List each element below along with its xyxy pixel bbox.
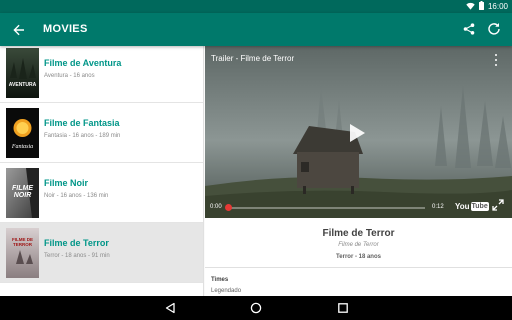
youtube-logo[interactable]: You Tube <box>455 201 489 211</box>
section-value: Legendado <box>211 288 242 294</box>
battery-icon <box>478 1 484 12</box>
nav-home-icon[interactable] <box>250 302 262 314</box>
poster-caption: AVENTURA <box>9 82 37 88</box>
status-time: 16:00 <box>487 2 508 11</box>
time-current: 0:00 <box>210 204 222 210</box>
share-button[interactable] <box>460 20 478 38</box>
movie-meta: Terror - 18 anos - 91 min <box>44 253 110 259</box>
movie-list: AVENTURA Filme de Aventura Aventura - 16… <box>0 46 204 296</box>
wifi-icon <box>466 2 475 12</box>
app-title: MOVIES <box>43 23 88 35</box>
list-item-terror[interactable]: FILME DE TERROR Filme de Terror Terror -… <box>0 223 203 283</box>
play-icon[interactable] <box>347 122 367 144</box>
share-icon <box>463 23 475 35</box>
movie-title: Filme Noir <box>44 178 89 188</box>
poster-thumbnail: Fantasia <box>6 108 39 158</box>
time-total: 0:12 <box>432 204 444 210</box>
youtube-logo-tube: Tube <box>470 201 489 211</box>
refresh-icon <box>488 23 500 35</box>
poster-thumbnail: AVENTURA <box>6 48 39 98</box>
youtube-logo-you: You <box>455 201 470 211</box>
progress-track[interactable] <box>229 207 425 209</box>
refresh-button[interactable] <box>485 20 503 38</box>
poster-caption: FILME DE TERROR <box>12 237 33 247</box>
back-button[interactable] <box>8 19 30 41</box>
movie-meta: Aventura - 16 anos <box>44 73 95 79</box>
list-item-fantasy[interactable]: Fantasia Filme de Fantasia Fantasia - 16… <box>0 103 203 163</box>
app-bar: MOVIES <box>0 13 512 46</box>
arrow-back-icon <box>13 24 24 36</box>
list-item-adventure[interactable]: AVENTURA Filme de Aventura Aventura - 16… <box>0 46 203 103</box>
movie-meta: Noir - 16 anos - 136 min <box>44 193 109 199</box>
poster-thumbnail: FILME NOIR <box>6 168 39 218</box>
movie-title: Filme de Aventura <box>44 58 122 68</box>
navigation-bar <box>0 296 512 320</box>
movie-title: Filme de Fantasia <box>44 118 120 128</box>
status-bar: 16:00 <box>0 0 512 13</box>
fullscreen-icon[interactable] <box>492 199 504 211</box>
nav-back-icon[interactable] <box>164 302 176 314</box>
detail-header: Filme de Terror Filme de Terror Terror -… <box>205 218 512 268</box>
poster-caption: Fantasia <box>11 144 33 150</box>
list-item-noir[interactable]: FILME NOIR Filme Noir Noir - 16 anos - 1… <box>0 163 203 223</box>
detail-subtitle: Filme de Terror <box>338 242 379 248</box>
movie-detail: Trailer - Filme de Terror 0:00 0:12 You T… <box>205 46 512 296</box>
progress-thumb[interactable] <box>225 204 232 211</box>
nav-recents-icon[interactable] <box>337 302 349 314</box>
video-title: Trailer - Filme de Terror <box>211 54 295 63</box>
more-vert-icon[interactable] <box>492 54 500 66</box>
poster-caption: FILME NOIR <box>12 185 33 199</box>
detail-genre: Terror - 18 anos <box>336 254 381 260</box>
video-player[interactable]: Trailer - Filme de Terror 0:00 0:12 You T… <box>205 46 512 218</box>
section-label: Times <box>211 277 229 283</box>
poster-thumbnail: FILME DE TERROR <box>6 228 39 278</box>
movie-meta: Fantasia - 16 anos - 189 min <box>44 133 121 139</box>
detail-title: Filme de Terror <box>322 228 395 239</box>
movie-title: Filme de Terror <box>44 238 109 248</box>
